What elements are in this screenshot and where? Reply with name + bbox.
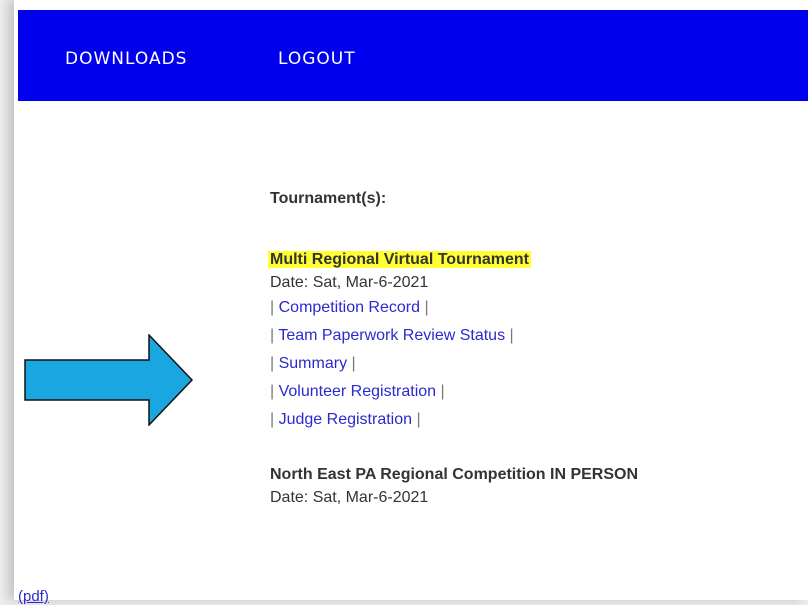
tournament-date: Date: Sat, Mar-6-2021 — [270, 489, 429, 506]
team-paperwork-review-status-link[interactable]: Team Paperwork Review Status — [278, 327, 505, 344]
pointer-arrow-icon — [24, 334, 194, 426]
summary-link[interactable]: Summary — [279, 355, 347, 372]
nav-logout-link[interactable]: LOGOUT — [278, 49, 356, 69]
top-navbar: DOWNLOADS LOGOUT — [18, 10, 808, 101]
tournament-date: Date: Sat, Mar-6-2021 — [270, 274, 429, 291]
highlighted-tournament-name: Multi Regional Virtual Tournament — [268, 251, 531, 268]
tournaments-heading: Tournament(s): — [270, 190, 387, 207]
volunteer-registration-link[interactable]: Volunteer Registration — [279, 383, 436, 400]
judge-registration-link[interactable]: Judge Registration — [279, 411, 412, 428]
pdf-link[interactable]: (pdf) — [18, 588, 49, 605]
link-row-volunteer-registration: | Volunteer Registration | — [270, 383, 445, 400]
competition-record-link[interactable]: Competition Record — [279, 299, 420, 316]
tournament-list: Tournament(s): Multi Regional Virtual To… — [268, 187, 790, 509]
nav-downloads-link[interactable]: DOWNLOADS — [65, 49, 187, 69]
link-row-judge-registration: | Judge Registration | — [270, 411, 421, 428]
tournament-name: North East PA Regional Competition IN PE… — [270, 466, 639, 483]
tournament-name: Multi Regional Virtual Tournament — [268, 249, 531, 271]
link-row-summary: | Summary | — [270, 355, 356, 372]
link-row-paperwork-status: | Team Paperwork Review Status | — [270, 327, 514, 344]
link-row-competition-record: | Competition Record | — [270, 299, 429, 316]
tournament-item: Multi Regional Virtual Tournament Date: … — [268, 249, 790, 434]
tournament-item: North East PA Regional Competition IN PE… — [270, 464, 790, 509]
